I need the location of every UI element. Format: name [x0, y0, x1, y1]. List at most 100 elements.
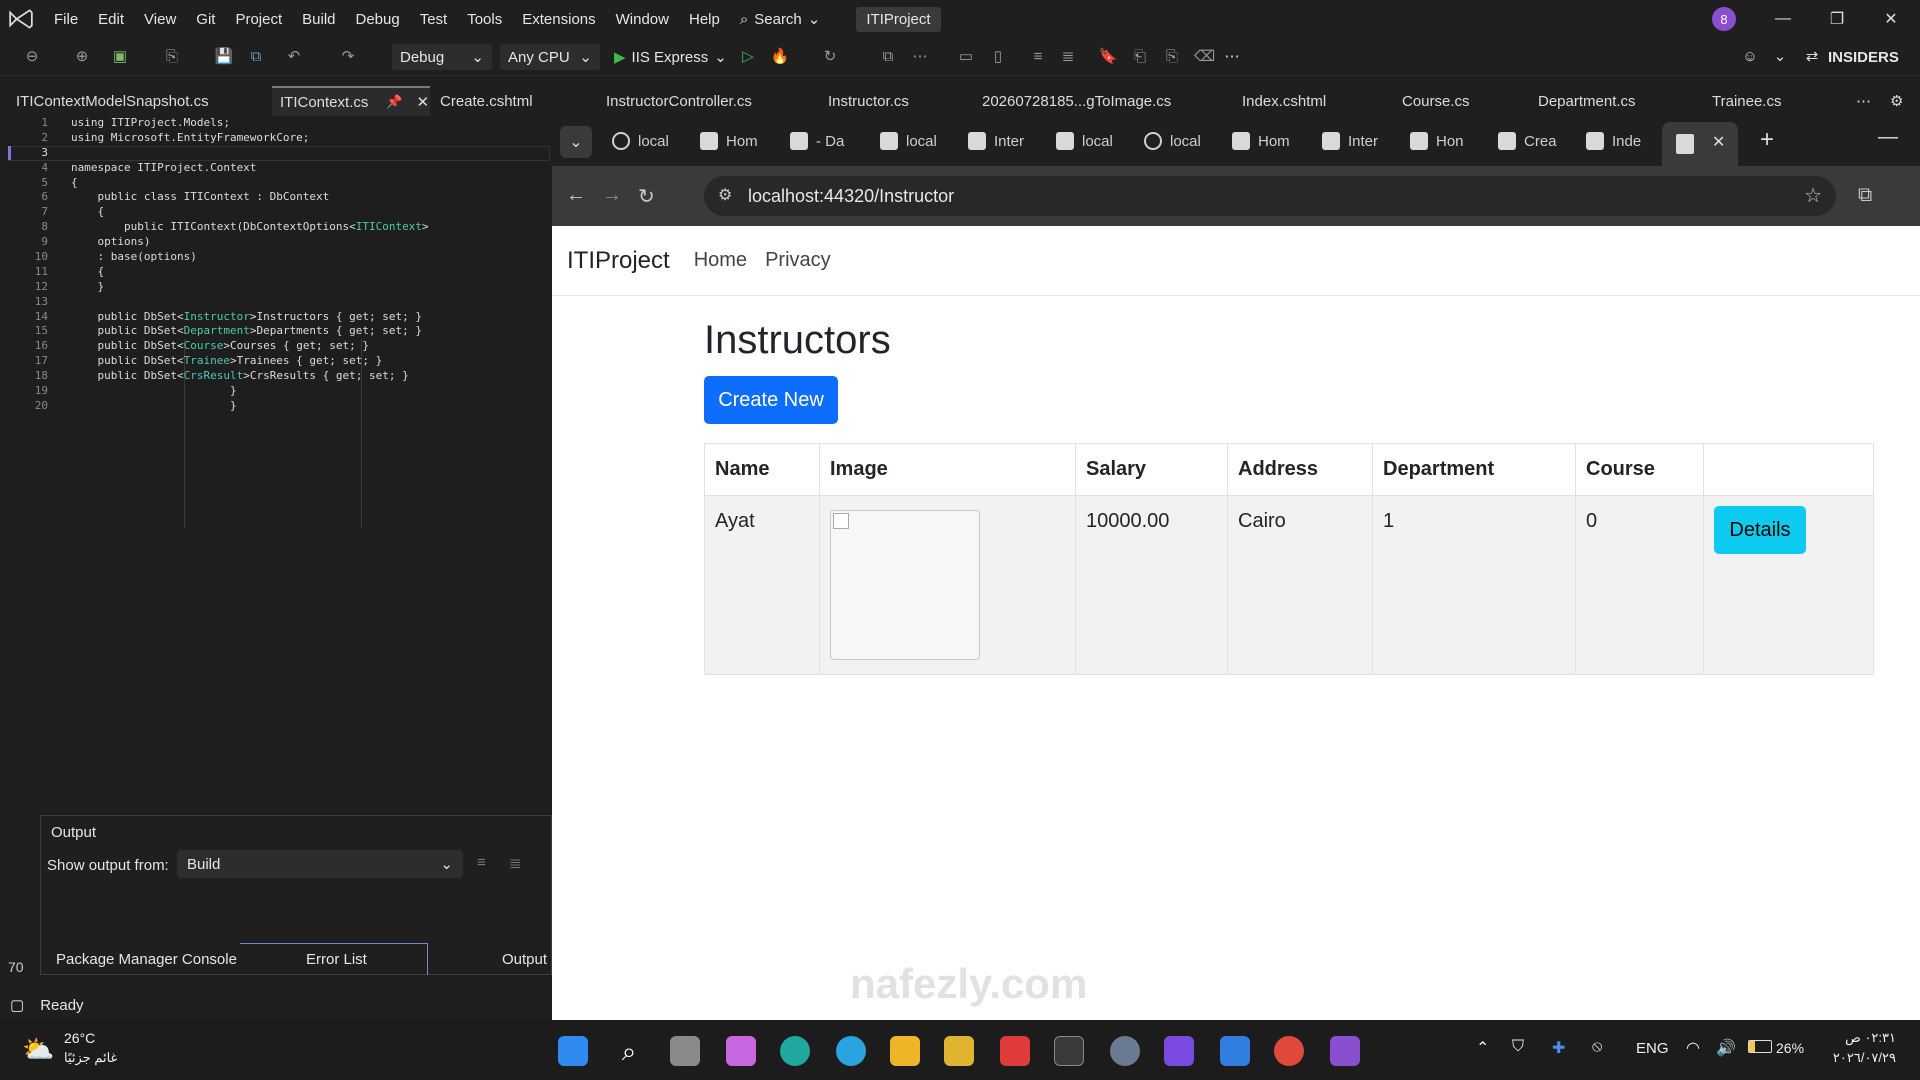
tab-course-cs[interactable]: Course.cs — [1402, 86, 1470, 116]
run-button[interactable]: ▶ IIS Express ⌄ — [614, 44, 727, 70]
back-arrow-icon[interactable]: ← — [566, 184, 586, 207]
nav-privacy[interactable]: Privacy — [765, 249, 831, 272]
chevron-down-icon[interactable]: ⌄ — [1770, 47, 1790, 67]
vpn-icon[interactable]: ⛉ — [1512, 1038, 1524, 1056]
more-icon[interactable]: ⋯ — [910, 47, 930, 67]
volume-icon[interactable]: 🔊 — [1716, 1038, 1736, 1058]
file-explorer-icon[interactable] — [890, 1036, 920, 1066]
pin-icon[interactable]: 📌 — [386, 94, 402, 110]
bookmark-star-icon[interactable]: ☆ — [1804, 183, 1822, 208]
chevron-up-icon[interactable]: ⌃ — [1476, 1038, 1489, 1058]
settings-gear-icon[interactable]: ⚙ — [1890, 86, 1903, 116]
hot-reload-icon[interactable]: 🔥 — [770, 47, 790, 67]
menu-edit[interactable]: Edit — [88, 0, 134, 38]
align-left-icon[interactable]: ≡ — [477, 854, 486, 871]
uncomment-icon[interactable]: ▯ — [988, 47, 1008, 67]
visual-studio-insiders-icon[interactable] — [1330, 1036, 1360, 1066]
details-button[interactable]: Details — [1714, 506, 1806, 554]
new-tab-icon[interactable]: + — [1760, 126, 1774, 154]
tab-package-manager-console[interactable]: Package Manager Console — [56, 943, 237, 975]
clock-date[interactable]: ٢٠٢٦/٠٧/٢٩ — [1812, 1050, 1896, 1066]
tab-error-list[interactable]: Error List — [240, 943, 428, 975]
wps-office-icon[interactable] — [1000, 1036, 1030, 1066]
tab-create-cshtml[interactable]: Create.cshtml — [440, 86, 533, 116]
site-brand[interactable]: ITIProject — [567, 247, 670, 275]
tab-overflow-icon[interactable]: ⋯ — [1856, 86, 1871, 116]
reload-icon[interactable]: ↻ — [638, 184, 655, 209]
forward-icon[interactable]: ⊕ — [72, 47, 92, 67]
save-icon[interactable]: 💾 — [214, 47, 234, 67]
forward-arrow-icon[interactable]: → — [602, 184, 622, 207]
configuration-dropdown[interactable]: Debug ⌄ — [392, 44, 492, 70]
tab-iticontext[interactable]: ITIContext.cs 📌 ✕ — [272, 86, 430, 116]
search-button[interactable]: ⌕ Search ⌄ — [730, 10, 831, 29]
browser-tab[interactable]: local — [1056, 125, 1122, 157]
tab-instructorcontroller[interactable]: InstructorController.cs — [606, 86, 752, 116]
vscode-icon[interactable] — [1220, 1036, 1250, 1066]
visual-studio-icon[interactable] — [1164, 1036, 1194, 1066]
menu-file[interactable]: File — [44, 0, 88, 38]
edge-icon[interactable] — [780, 1036, 810, 1066]
browser-tab-active[interactable]: ✕ — [1662, 122, 1738, 166]
create-new-button[interactable]: Create New — [704, 376, 838, 424]
code-editor[interactable]: 1 2 3 4 5 6 7 8 9 10 11 12 13 14 15 16 1… — [8, 116, 550, 810]
word-wrap-icon[interactable]: ≣ — [509, 854, 522, 872]
weather-temperature[interactable]: 26°C — [64, 1030, 95, 1046]
menu-build[interactable]: Build — [292, 0, 345, 38]
indent-icon[interactable]: ≡ — [1028, 47, 1048, 67]
extensions-icon[interactable]: ⧉ — [1858, 184, 1872, 207]
clear-bookmarks-icon[interactable]: ⌫ — [1194, 47, 1215, 67]
zoom-level[interactable]: 70 — [8, 950, 38, 984]
browser-tab[interactable]: local — [880, 125, 946, 157]
open-file-icon[interactable]: ⎘ — [162, 47, 182, 67]
notifications-off-icon[interactable]: ⦸ — [1592, 1038, 1602, 1056]
settings-icon[interactable] — [1110, 1036, 1140, 1066]
browser-tab[interactable]: Inter — [1322, 125, 1388, 157]
close-icon[interactable]: ✕ — [1864, 0, 1918, 38]
browser-tab[interactable]: Inde — [1586, 125, 1652, 157]
task-view-icon[interactable] — [670, 1036, 700, 1066]
tab-index-cshtml[interactable]: Index.cshtml — [1242, 86, 1326, 116]
browser-link-icon[interactable]: ⧉ — [878, 47, 898, 67]
start-icon[interactable] — [558, 1036, 588, 1066]
browser-tab[interactable]: Hom — [700, 125, 766, 157]
weather-description[interactable]: غائم جزئيًا — [64, 1050, 117, 1066]
weather-icon[interactable]: ⛅ — [22, 1034, 54, 1065]
more-icon[interactable]: ⋯ — [1222, 47, 1242, 67]
close-tab-icon[interactable]: ✕ — [417, 93, 430, 111]
site-info-icon[interactable]: ⚙ — [718, 185, 732, 205]
menu-debug[interactable]: Debug — [346, 0, 410, 38]
tab-instructor-cs[interactable]: Instructor.cs — [828, 86, 909, 116]
tab-department-cs[interactable]: Department.cs — [1538, 86, 1636, 116]
notification-badge[interactable]: 8 — [1712, 7, 1736, 31]
menu-tools[interactable]: Tools — [457, 0, 512, 38]
menu-project[interactable]: Project — [225, 0, 292, 38]
prev-bookmark-icon[interactable]: ⎗ — [1130, 47, 1150, 67]
browser-tab[interactable]: Hon — [1410, 125, 1476, 157]
wifi-icon[interactable]: ◠ — [1686, 1038, 1700, 1058]
save-all-icon[interactable]: ⧉ — [246, 47, 266, 67]
shield-icon[interactable]: ✚ — [1552, 1038, 1565, 1058]
menu-view[interactable]: View — [134, 0, 186, 38]
live-share-icon[interactable]: ⇄ — [1802, 47, 1822, 67]
tab-migration[interactable]: 20260728185...gToImage.cs — [982, 86, 1171, 116]
tab-output[interactable]: Output — [502, 943, 547, 975]
menu-extensions[interactable]: Extensions — [512, 0, 605, 38]
tab-trainee-cs[interactable]: Trainee.cs — [1712, 86, 1781, 116]
refresh-icon[interactable]: ↻ — [820, 47, 840, 67]
minimize-icon[interactable]: — — [1878, 126, 1898, 149]
output-source-select[interactable]: Build ⌄ — [177, 850, 463, 878]
browser-tab[interactable]: Hom — [1232, 125, 1298, 157]
copilot-icon[interactable] — [726, 1036, 756, 1066]
start-without-debugging-icon[interactable]: ▷ — [738, 47, 758, 67]
restore-icon[interactable]: ❐ — [1810, 0, 1864, 38]
tab-iticontextmodelsnapshot[interactable]: ITIContextModelSnapshot.cs — [16, 86, 209, 116]
search-icon[interactable]: ⌕ — [614, 1036, 644, 1066]
menu-git[interactable]: Git — [186, 0, 225, 38]
battery-icon[interactable] — [1748, 1040, 1772, 1053]
menu-test[interactable]: Test — [410, 0, 458, 38]
browser-tab[interactable]: local — [612, 125, 678, 157]
battery-percent[interactable]: 26% — [1776, 1040, 1804, 1056]
browser-tab[interactable]: Crea — [1498, 125, 1564, 157]
nav-home[interactable]: Home — [694, 249, 747, 272]
